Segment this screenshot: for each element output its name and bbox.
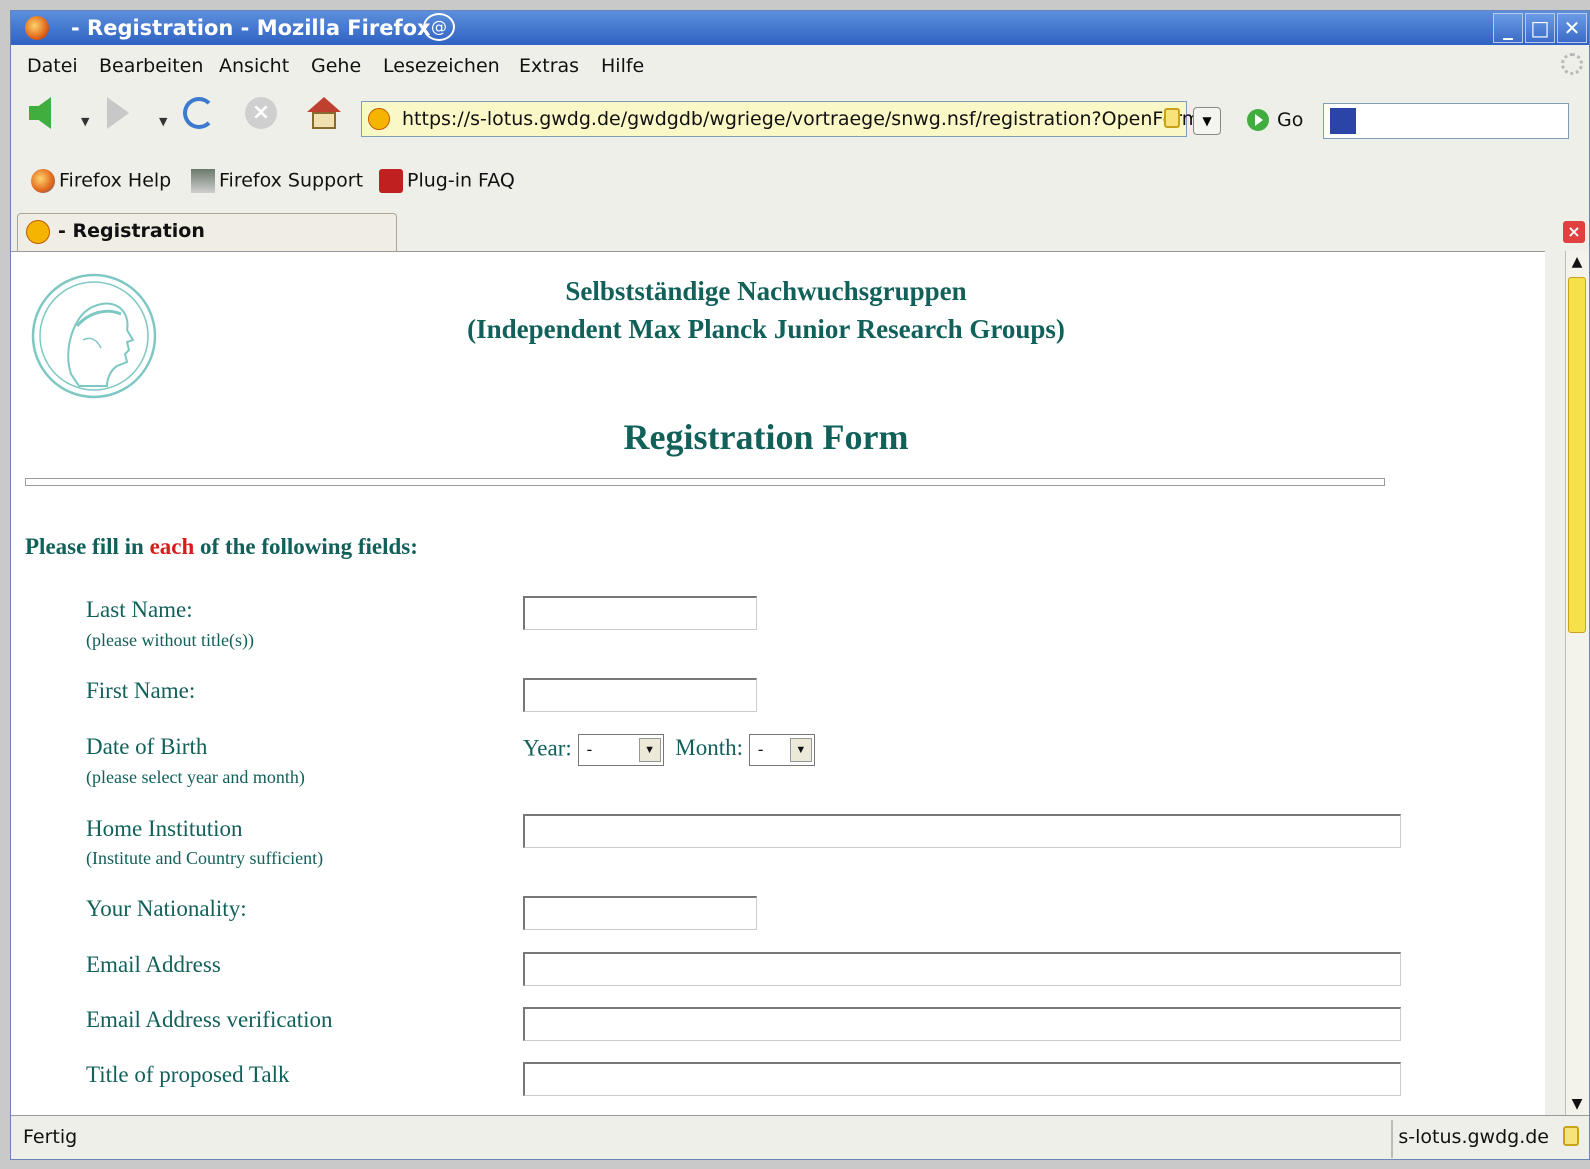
plugin-icon [379,169,403,193]
year-select[interactable]: - ▼ [577,734,664,766]
scroll-down-arrow-icon[interactable]: ▼ [1568,1095,1586,1113]
dob-selects: Year: - ▼ Month: - ▼ [523,734,815,766]
status-divider [1391,1120,1393,1158]
page-heading-line1: Selbstständige Nachwuchsgruppen [565,276,967,306]
search-input[interactable] [1323,103,1569,139]
forward-arrow-icon[interactable] [107,97,129,129]
back-history-dropdown-icon[interactable]: ▼ [81,115,89,128]
stop-icon[interactable]: × [245,97,277,129]
status-text: Fertig [23,1126,78,1148]
home-institution-hint: (Institute and Country sufficient) [86,848,324,868]
tab-favicon-icon [26,220,50,244]
bookmark-label: Firefox Support [219,169,364,192]
home-institution-input[interactable] [523,814,1401,848]
email-verification-label: Email Address verification [86,1007,333,1032]
throbber-icon [1561,53,1583,75]
email-label: Email Address [86,952,221,977]
bookmark-plugin-faq[interactable]: Plug-in FAQ [379,169,515,193]
last-name-input[interactable] [523,596,757,630]
bookmark-firefox-help[interactable]: Firefox Help [31,169,171,193]
intro-highlight: each [149,534,195,559]
last-name-label: Last Name: [86,597,193,622]
nationality-input[interactable] [523,896,757,930]
secure-lock-icon[interactable] [1164,108,1180,128]
home-icon[interactable] [307,97,341,131]
nationality-label: Your Nationality: [86,896,247,921]
close-tab-icon[interactable]: × [1563,221,1585,243]
dob-label: Date of Birth [86,734,208,759]
forward-history-dropdown-icon[interactable]: ▼ [159,115,167,128]
menu-gehe[interactable]: Gehe [311,55,361,77]
close-window-button[interactable]: ✕ [1557,13,1587,43]
email-verification-input[interactable] [523,1007,1401,1041]
search-engine-icon[interactable] [1330,108,1356,134]
chevron-down-icon[interactable]: ▼ [638,738,661,762]
firefox-icon [31,169,55,193]
browser-window: - Registration - Mozilla Firefox @ _ □ ✕ D… [10,10,1590,1160]
form-title: Registration Form [623,417,909,457]
go-arrow-icon [1247,109,1269,131]
security-lock-icon[interactable] [1563,1126,1579,1146]
bookmark-label: Plug-in FAQ [407,169,515,192]
menu-extras[interactable]: Extras [519,55,579,77]
url-text[interactable]: https://s-lotus.gwdg.de/gwdgdb/wgriege/v… [402,108,1200,130]
year-label: Year: [523,735,572,761]
reload-icon[interactable] [183,97,215,129]
firefox-logo-icon [25,16,49,40]
home-institution-label: Home Institution [86,816,243,841]
site-favicon-icon [368,108,390,130]
year-value: - [586,740,593,759]
bookmarks-toolbar: Firefox Help Firefox Support Plug-in FAQ [11,159,1589,207]
dob-hint: (please select year and month) [86,767,305,787]
talk-title-label: Title of proposed Talk [86,1062,290,1087]
email-input[interactable] [523,952,1401,986]
month-select[interactable]: - ▼ [748,734,815,766]
scrollbar-thumb[interactable] [1568,277,1586,633]
intro-text: Please fill in [25,534,150,559]
month-value: - [757,740,764,759]
workspace-swirl-icon: @ [423,13,455,41]
tab-label: - Registration [58,220,205,242]
title-bar: - Registration - Mozilla Firefox @ _ □ ✕ [11,11,1589,45]
last-name-hint: (please without title(s)) [86,630,254,650]
form-intro: Please fill in each of the following fie… [25,534,418,560]
maximize-button[interactable]: □ [1525,13,1555,43]
month-label: Month: [675,735,744,761]
url-history-dropdown-button[interactable]: ▼ [1193,107,1221,135]
zine-icon [191,169,215,193]
menu-ansicht[interactable]: Ansicht [219,55,289,77]
tab-strip: - Registration × [11,211,1589,251]
menu-datei[interactable]: Datei [27,55,78,77]
horizontal-divider [25,478,1385,486]
talk-title-input[interactable] [523,1062,1401,1096]
intro-text: of the following fields: [194,534,418,559]
chevron-down-icon[interactable]: ▼ [789,738,812,762]
menu-bearbeiten[interactable]: Bearbeiten [99,55,203,77]
first-name-label: First Name: [86,678,196,703]
minimize-button[interactable]: _ [1493,13,1523,43]
page-content: Selbstständige Nachwuchsgruppen (Indepen… [11,251,1545,1116]
status-host: s-lotus.gwdg.de [1398,1126,1549,1148]
go-button[interactable]: Go [1247,109,1303,131]
status-bar: Fertig s-lotus.gwdg.de [11,1115,1589,1159]
back-arrow-icon[interactable] [29,97,51,129]
window-title: - Registration - Mozilla Firefox [71,16,431,40]
vertical-scrollbar[interactable]: ▲ ▼ [1565,251,1589,1115]
first-name-input[interactable] [523,678,757,712]
scroll-up-arrow-icon[interactable]: ▲ [1568,253,1586,271]
tab-registration[interactable]: - Registration [17,213,397,251]
menu-hilfe[interactable]: Hilfe [601,55,644,77]
go-label: Go [1277,109,1304,131]
bookmark-firefox-support[interactable]: Firefox Support [191,169,363,193]
page-heading-line2: (Independent Max Planck Junior Research … [467,314,1065,344]
menu-bar: Datei Bearbeiten Ansicht Gehe Lesezeiche… [11,47,1589,87]
url-bar[interactable]: https://s-lotus.gwdg.de/gwdgdb/wgriege/v… [361,101,1200,137]
menu-lesezeichen[interactable]: Lesezeichen [383,55,500,77]
bookmark-label: Firefox Help [59,169,172,192]
